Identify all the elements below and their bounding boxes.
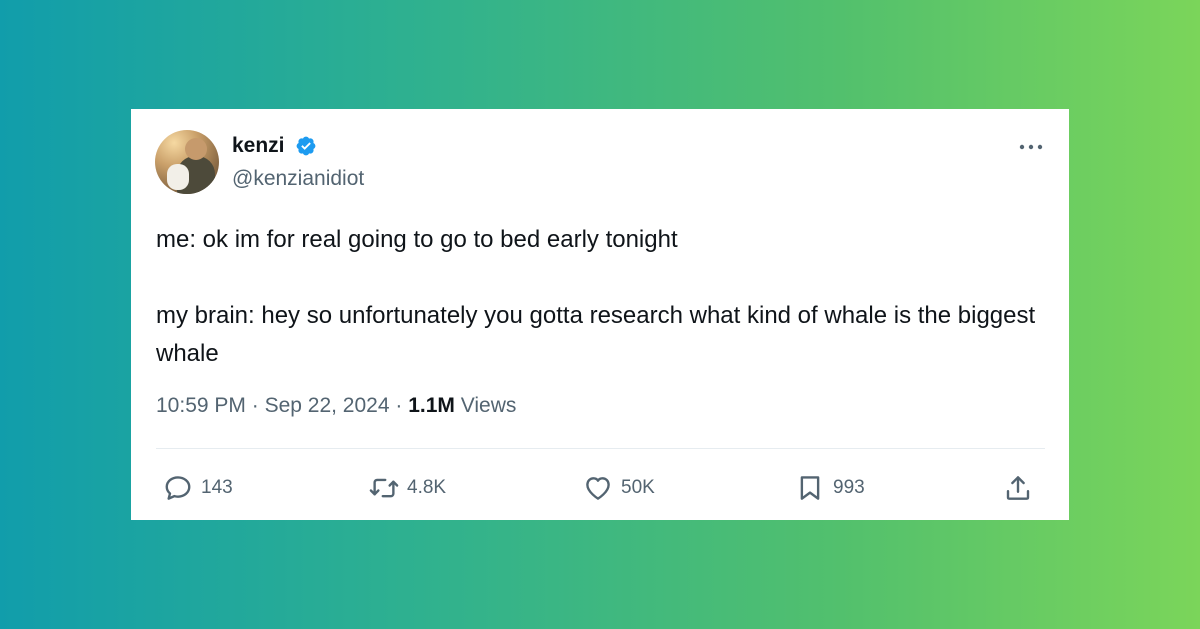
- tweet-time[interactable]: 10:59 PM: [156, 394, 246, 417]
- repost-button[interactable]: 4.8K: [369, 471, 446, 505]
- more-icon[interactable]: [1017, 137, 1045, 157]
- bookmark-count: 993: [833, 477, 865, 498]
- views-label: Views: [460, 394, 517, 417]
- action-bar: 143 4.8K 50K 993: [131, 471, 1069, 507]
- share-icon: [1006, 476, 1030, 500]
- repost-icon: [369, 478, 399, 498]
- like-count: 50K: [621, 477, 655, 498]
- avatar[interactable]: [155, 130, 219, 194]
- tweet-text: me: ok im for real going to go to bed ea…: [156, 226, 1036, 367]
- share-button[interactable]: [1003, 471, 1033, 505]
- author-handle[interactable]: @kenzianidiot: [232, 167, 364, 191]
- like-icon: [586, 477, 610, 500]
- meta-separator: ·: [395, 394, 403, 417]
- avatar-dog: [167, 164, 189, 190]
- meta-separator: ·: [251, 394, 259, 417]
- tweet-card: kenzi @kenzianidiot me: ok im for real g…: [131, 109, 1069, 520]
- reply-button[interactable]: 143: [163, 471, 233, 505]
- author-name[interactable]: kenzi: [232, 134, 285, 158]
- repost-count: 4.8K: [407, 477, 447, 498]
- tweet-date[interactable]: Sep 22, 2024: [265, 394, 390, 417]
- bookmark-icon: [800, 476, 820, 500]
- tweet-meta: 10:59 PM · Sep 22, 2024 · 1.1M Views: [156, 394, 516, 418]
- divider: [156, 448, 1045, 449]
- bookmark-button[interactable]: 993: [795, 471, 865, 505]
- verified-badge-icon: [296, 136, 316, 156]
- reply-icon: [165, 476, 191, 500]
- views-count: 1.1M: [408, 394, 455, 417]
- reply-count: 143: [201, 477, 233, 498]
- like-button[interactable]: 50K: [583, 471, 655, 505]
- avatar-person-head: [185, 138, 207, 160]
